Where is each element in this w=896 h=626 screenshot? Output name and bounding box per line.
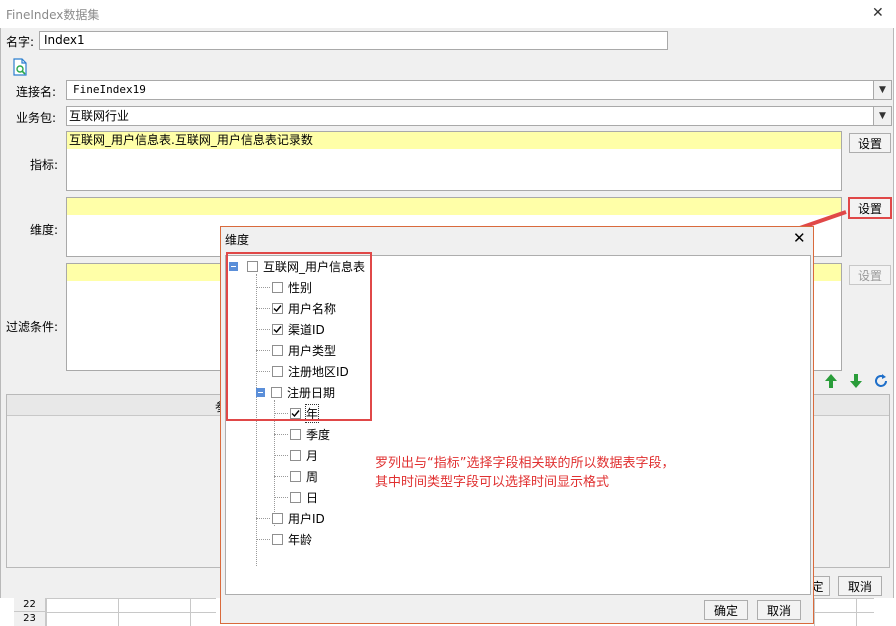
tree-item[interactable]: 月 [290,445,318,465]
tree-label: 年龄 [288,532,313,547]
checkbox[interactable] [272,533,283,545]
tree-connector [274,497,288,498]
tree-item[interactable]: 季度 [290,424,330,444]
tree-connector [274,455,288,456]
tree-connector [274,434,288,435]
tree-item[interactable]: 周 [290,466,318,486]
checkbox[interactable] [290,449,301,461]
tree-connector [274,476,288,477]
tree-label: 月 [306,448,319,463]
tree-item[interactable]: 用户ID [272,508,325,528]
annotation-line: 罗列出与“指标”选择字段相关联的所以数据表字段， [375,456,675,471]
tree-label: 日 [306,490,319,505]
tree-label: 用户ID [288,511,325,526]
tree-connector [256,518,270,519]
close-icon[interactable]: ✕ [793,229,806,247]
highlight-box [226,252,372,421]
checkbox[interactable] [272,512,283,524]
checkbox[interactable] [290,491,301,503]
checkbox[interactable] [290,470,301,482]
popup-cancel-button[interactable]: 取消 [757,600,801,620]
tree-label: 季度 [306,427,331,442]
tree-item[interactable]: 日 [290,487,318,507]
popup-title: 维度 [225,233,250,247]
annotation-line: 其中时间类型字段可以选择时间显示格式 [375,475,610,490]
annotation-text: 罗列出与“指标”选择字段相关联的所以数据表字段， 其中时间类型字段可以选择时间显… [375,454,674,492]
checkbox[interactable] [290,428,301,440]
tree-item[interactable]: 年龄 [272,529,312,549]
tree-connector [256,539,270,540]
popup-confirm-button[interactable]: 确定 [704,600,748,620]
tree-label: 周 [306,469,319,484]
